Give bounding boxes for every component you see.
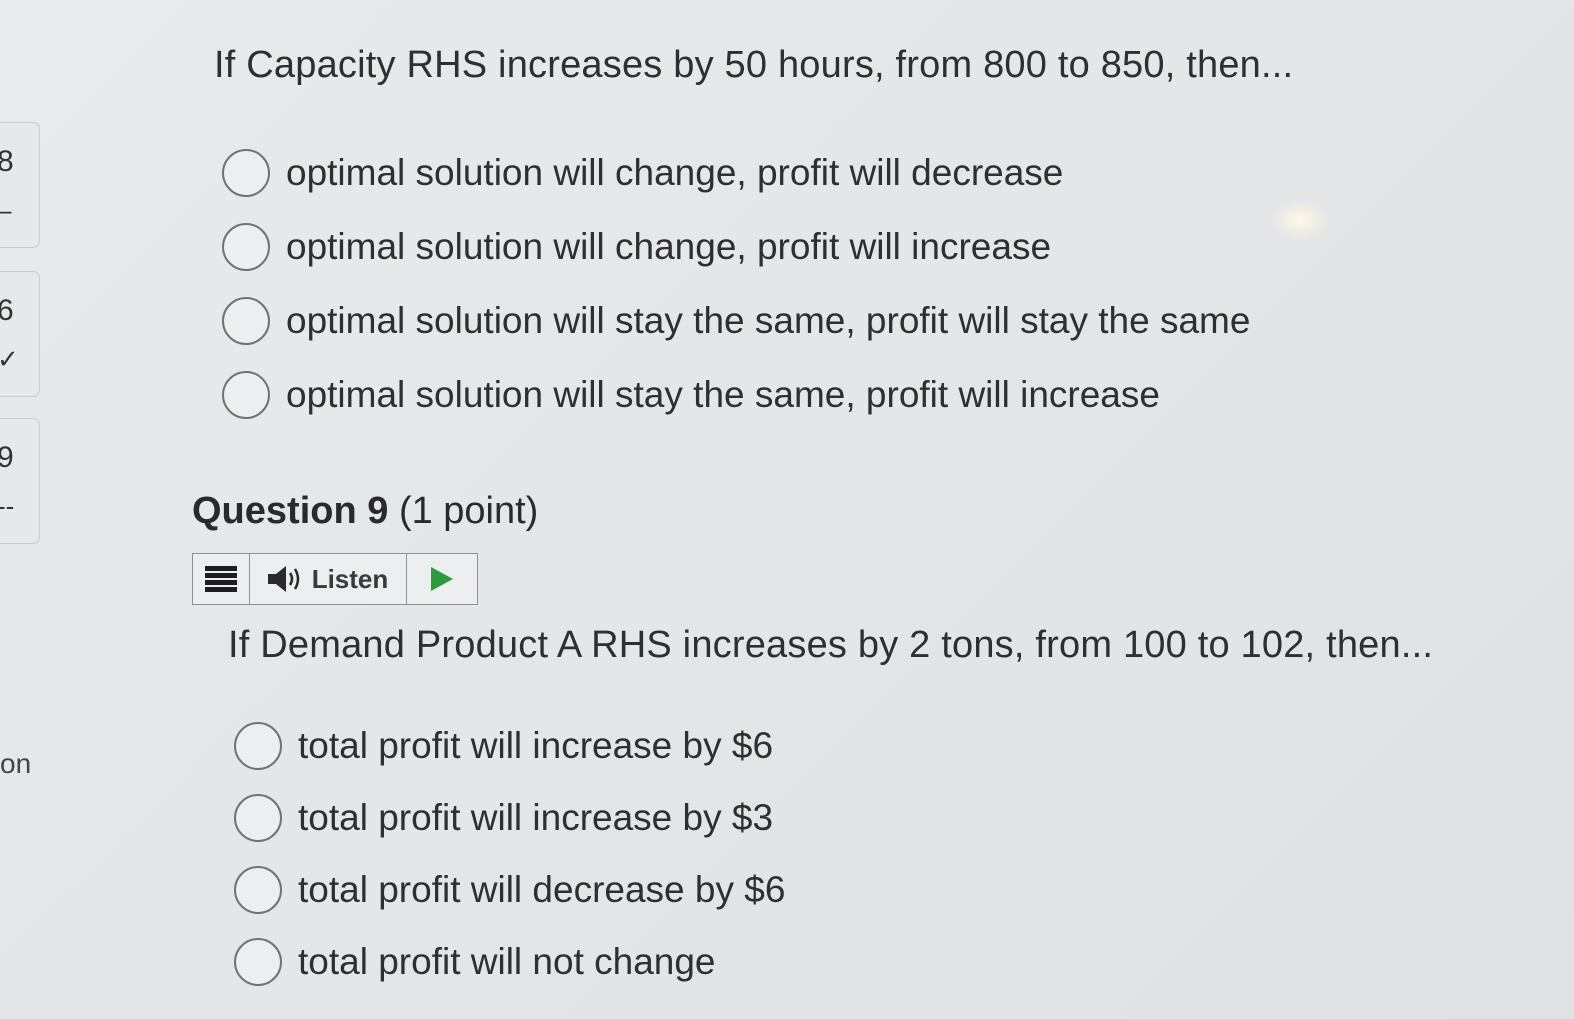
radio-button[interactable]: [234, 722, 282, 770]
listen-label: Listen: [311, 563, 389, 594]
hamburger-menu-icon: [205, 566, 237, 592]
nav-card-status: --: [0, 491, 15, 521]
nav-card-number: 6: [0, 294, 14, 327]
question-9-prompt: If Demand Product A RHS increases by 2 t…: [228, 624, 1434, 666]
checkmark-icon: ✓: [0, 344, 19, 374]
listen-toolbar: Listen: [192, 553, 478, 605]
radio-button[interactable]: [234, 866, 282, 914]
listen-button[interactable]: Listen: [250, 554, 407, 604]
radio-button[interactable]: [234, 938, 282, 986]
nav-card-number: 9: [0, 441, 14, 474]
question-9-heading: Question 9 (1 point): [192, 490, 538, 533]
radio-button[interactable]: [222, 223, 270, 271]
answer-option[interactable]: total profit will not change: [234, 926, 785, 998]
answer-option[interactable]: optimal solution will stay the same, pro…: [222, 284, 1250, 358]
answer-option-label: optimal solution will stay the same, pro…: [286, 300, 1251, 341]
answer-option[interactable]: total profit will increase by $6: [234, 710, 785, 782]
answer-option-label: optimal solution will change, profit wil…: [286, 226, 1052, 267]
radio-button[interactable]: [234, 794, 282, 842]
nav-tail-text: on: [0, 748, 32, 779]
answer-option-label: total profit will increase by $3: [298, 797, 774, 838]
answer-option-label: total profit will increase by $6: [298, 725, 774, 766]
radio-button[interactable]: [222, 297, 270, 345]
answer-option[interactable]: optimal solution will change, profit wil…: [222, 136, 1250, 210]
question-points: (1 point): [398, 490, 539, 532]
answer-option[interactable]: total profit will increase by $3: [234, 782, 785, 854]
answer-option[interactable]: total profit will decrease by $6: [234, 854, 785, 926]
answer-option-label: total profit will not change: [298, 941, 716, 982]
question-9-options: total profit will increase by $6 total p…: [234, 710, 785, 998]
nav-card-status: –: [0, 195, 11, 226]
play-button[interactable]: [407, 554, 477, 604]
question-title: Question 9: [192, 490, 389, 532]
listen-menu-button[interactable]: [193, 554, 250, 604]
radio-button[interactable]: [222, 371, 270, 419]
play-icon: [431, 567, 453, 591]
nav-card-question-9[interactable]: 9 --: [0, 418, 40, 544]
answer-option-label: total profit will decrease by $6: [298, 869, 786, 910]
answer-option-label: optimal solution will stay the same, pro…: [286, 374, 1160, 415]
radio-button[interactable]: [222, 149, 270, 197]
question-nav-strip: 8 – 6 ✓ 9 -- on: [0, 0, 48, 1019]
answer-option[interactable]: optimal solution will change, profit wil…: [222, 210, 1250, 284]
question-9-block: If Demand Product A RHS increases by 2 t…: [228, 624, 1433, 667]
answer-option-label: optimal solution will change, profit wil…: [286, 152, 1064, 193]
nav-card-question-6[interactable]: 6 ✓: [0, 271, 40, 397]
question-8-options: optimal solution will change, profit wil…: [222, 136, 1250, 432]
speaker-icon: [267, 566, 299, 592]
screen-glare: [1270, 200, 1330, 240]
nav-card-question-8[interactable]: 8 –: [0, 122, 40, 248]
answer-option[interactable]: optimal solution will stay the same, pro…: [222, 358, 1250, 432]
question-8-block: If Capacity RHS increases by 50 hours, f…: [214, 44, 1293, 87]
nav-card-number: 8: [0, 145, 14, 178]
question-8-prompt: If Capacity RHS increases by 50 hours, f…: [214, 44, 1294, 86]
